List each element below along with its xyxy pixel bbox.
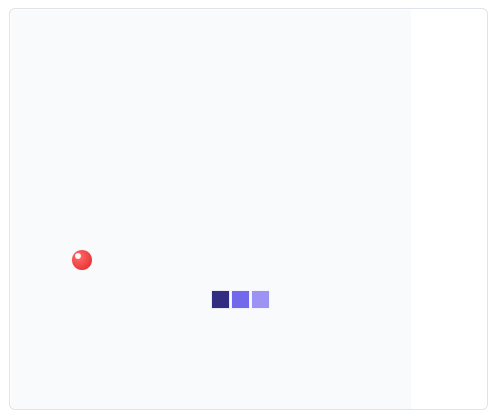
side-panel	[411, 10, 487, 409]
snake-head	[211, 290, 230, 309]
snake-body-segment	[251, 290, 270, 309]
game-panel	[9, 8, 488, 410]
food-dot	[72, 250, 92, 270]
game-board[interactable]	[11, 10, 411, 409]
snake-body-segment	[231, 290, 250, 309]
